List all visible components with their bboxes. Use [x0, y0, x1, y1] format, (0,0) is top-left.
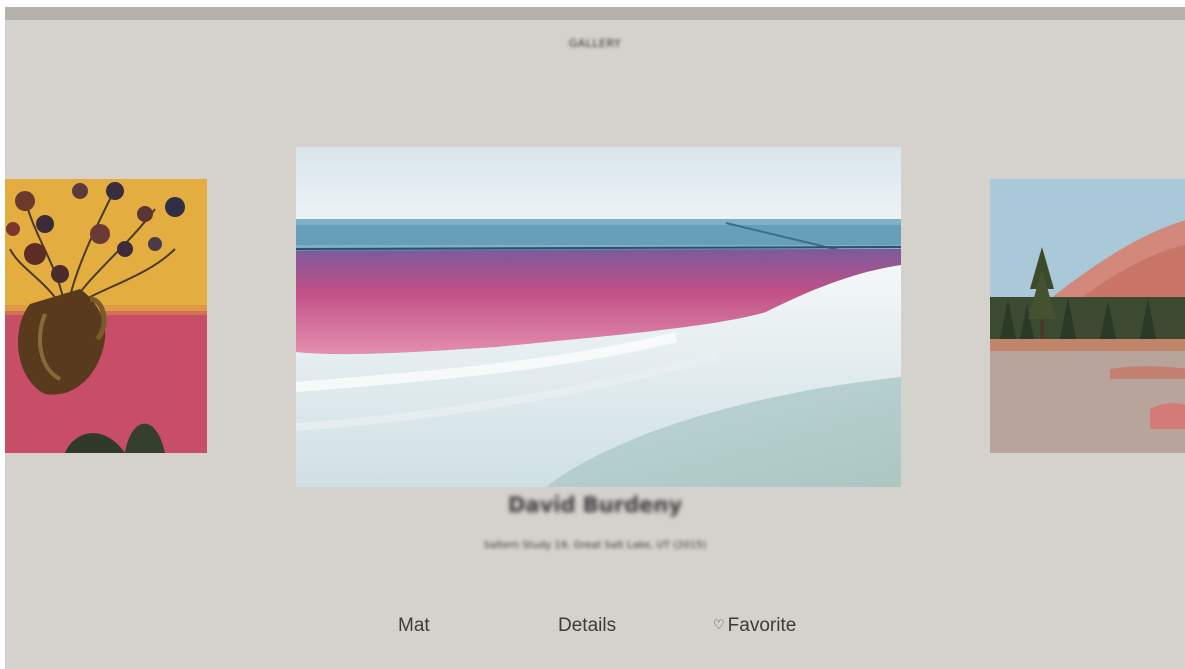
- artwork-previous[interactable]: [5, 179, 207, 453]
- top-bar: [5, 7, 1185, 20]
- art-browser-screen: GALLERY David Burdeny Saltern Study 19, …: [5, 7, 1185, 669]
- artwork-next[interactable]: [990, 179, 1185, 453]
- artwork-title: Saltern Study 19, Great Salt Lake, UT (2…: [483, 540, 707, 551]
- favorite-button[interactable]: ♡ Favorite: [713, 615, 796, 637]
- header-title: GALLERY: [568, 37, 622, 50]
- mountain-photograph: [990, 179, 1185, 453]
- details-button[interactable]: Details: [558, 615, 616, 637]
- artist-name: David Burdeny: [507, 493, 683, 517]
- favorite-label: Favorite: [727, 615, 797, 636]
- heart-icon: ♡: [713, 617, 725, 632]
- artwork-current[interactable]: [296, 147, 901, 487]
- still-life-painting: [5, 179, 207, 453]
- mat-button[interactable]: Mat: [398, 615, 430, 637]
- salt-lake-photograph: [296, 147, 901, 487]
